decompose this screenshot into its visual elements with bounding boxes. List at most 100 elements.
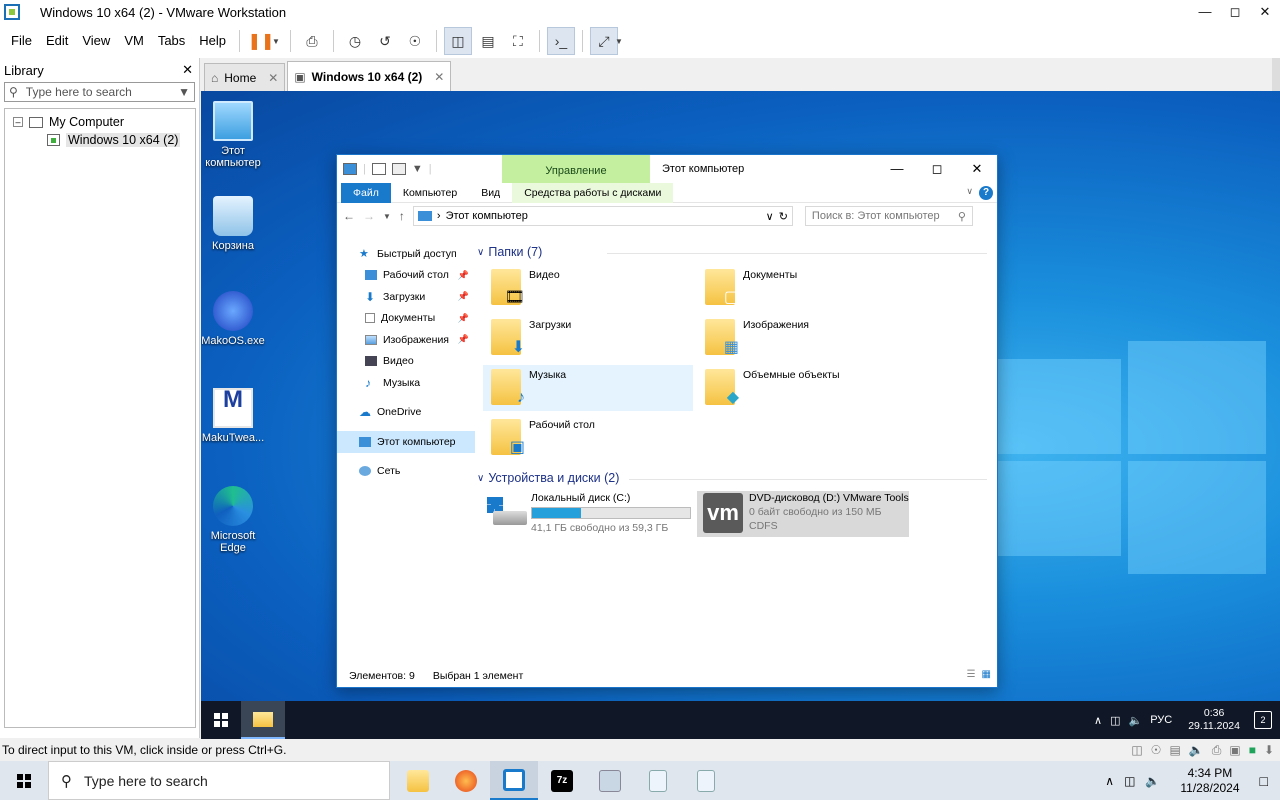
guest-clock[interactable]: 0:36 29.11.2024 bbox=[1188, 707, 1240, 733]
desktop-icon-makutweaker[interactable]: MakuTwea... bbox=[201, 388, 265, 444]
show-hidden-icons-icon[interactable]: ∧ bbox=[1105, 774, 1114, 788]
minimize-button[interactable]: — bbox=[1190, 0, 1220, 24]
chevron-down-icon[interactable]: ▼ bbox=[178, 85, 190, 99]
new-folder-icon[interactable] bbox=[391, 163, 406, 175]
menu-edit[interactable]: Edit bbox=[39, 24, 75, 58]
folder-documents[interactable]: ▢ Документы bbox=[697, 265, 907, 311]
nav-item-network[interactable]: Сеть bbox=[337, 461, 475, 483]
collapse-icon[interactable]: – bbox=[13, 117, 23, 127]
customize-toolbar-icon[interactable]: ▼ bbox=[412, 163, 423, 175]
folder-3d-objects[interactable]: ◆ Объемные объекты bbox=[697, 365, 907, 411]
up-icon[interactable]: ↑ bbox=[399, 209, 405, 223]
back-icon[interactable]: ← bbox=[343, 209, 355, 223]
explorer-search-input[interactable]: Поиск в: Этот компьютер ⚲ bbox=[804, 206, 973, 226]
cd-dvd-device-icon[interactable]: ☉ bbox=[1151, 743, 1162, 758]
close-tab-icon[interactable]: ✕ bbox=[434, 70, 444, 84]
network-adapter-icon[interactable]: ▤ bbox=[1169, 743, 1180, 758]
close-button[interactable]: ✕ bbox=[957, 155, 997, 183]
manage-context-tab[interactable]: Управление bbox=[502, 155, 650, 183]
console-view-icon[interactable]: ›_ bbox=[546, 27, 575, 55]
show-library-icon[interactable]: ◫ bbox=[443, 27, 472, 55]
taskbar-firefox[interactable] bbox=[442, 761, 490, 800]
display-device-icon[interactable]: ▣ bbox=[1229, 743, 1240, 758]
stretch-guest-icon[interactable]: ⤢ bbox=[589, 27, 618, 55]
pin-icon[interactable]: 📌 bbox=[458, 334, 469, 345]
menu-vm[interactable]: VM bbox=[117, 24, 151, 58]
nav-item-downloads[interactable]: ⬇ Загрузки 📌 bbox=[337, 286, 475, 308]
nav-item-music[interactable]: ♪ Музыка bbox=[337, 372, 475, 394]
taskbar-file-explorer[interactable] bbox=[394, 761, 442, 800]
desktop-icon-this-pc[interactable]: Этот компьютер bbox=[201, 101, 265, 169]
ribbon-tab-view[interactable]: Вид bbox=[469, 183, 512, 203]
group-header-folders[interactable]: ∨ Папки (7) bbox=[477, 245, 987, 259]
nav-item-desktop[interactable]: Рабочий стол 📌 bbox=[337, 265, 475, 287]
volume-icon[interactable]: 🔈 bbox=[1128, 714, 1142, 727]
nav-item-pictures[interactable]: Изображения 📌 bbox=[337, 329, 475, 351]
volume-icon[interactable]: 🔈 bbox=[1145, 774, 1160, 788]
tab-home[interactable]: ⌂ Home ✕ bbox=[204, 63, 286, 91]
library-search-input[interactable]: ⚲ Type here to search ▼ bbox=[4, 82, 195, 102]
snapshot-icon[interactable]: ◷ bbox=[341, 27, 369, 55]
properties-icon[interactable] bbox=[371, 163, 386, 175]
revert-snapshot-icon[interactable]: ↺ bbox=[371, 27, 399, 55]
host-search-box[interactable]: ⚲ Type here to search bbox=[48, 761, 390, 800]
menu-file[interactable]: File bbox=[4, 24, 39, 58]
taskbar-notepad-1[interactable] bbox=[634, 761, 682, 800]
guest-start-button[interactable] bbox=[201, 701, 241, 739]
desktop-icon-edge[interactable]: Microsoft Edge bbox=[201, 486, 265, 554]
address-bar[interactable]: › Этот компьютер ∨ ↻ bbox=[412, 206, 793, 226]
pin-icon[interactable]: 📌 bbox=[458, 270, 469, 281]
expand-ribbon-icon[interactable]: ∨ bbox=[966, 186, 973, 197]
pause-icon[interactable]: ❚❚ bbox=[247, 27, 275, 55]
full-screen-icon[interactable]: ⛶ bbox=[504, 27, 532, 55]
maximize-button[interactable]: ◻ bbox=[917, 155, 957, 183]
taskbar-app-monitor[interactable] bbox=[586, 761, 634, 800]
refresh-icon[interactable]: ↻ bbox=[779, 210, 788, 223]
nav-item-videos[interactable]: Видео bbox=[337, 351, 475, 373]
chevron-down-icon[interactable]: ∨ bbox=[766, 210, 774, 223]
folder-desktop[interactable]: ▣ Рабочий стол bbox=[483, 415, 693, 461]
host-clock[interactable]: 4:34 PM 11/28/2024 bbox=[1180, 766, 1239, 796]
group-header-devices[interactable]: ∨ Устройства и диски (2) bbox=[477, 471, 987, 485]
desktop-icon-recycle-bin[interactable]: Корзина bbox=[201, 196, 265, 252]
pin-icon[interactable]: 📌 bbox=[458, 313, 469, 324]
menu-view[interactable]: View bbox=[75, 24, 117, 58]
network-icon[interactable]: ◫ bbox=[1110, 714, 1120, 727]
nav-item-quick-access[interactable]: ★ Быстрый доступ bbox=[337, 243, 475, 265]
menu-help[interactable]: Help bbox=[192, 24, 233, 58]
folder-downloads[interactable]: ⬇ Загрузки bbox=[483, 315, 693, 361]
guest-taskbar-explorer[interactable] bbox=[241, 701, 285, 739]
help-icon[interactable]: ? bbox=[979, 186, 993, 200]
download-icon[interactable]: ⬇ bbox=[1264, 743, 1274, 758]
collapse-group-icon[interactable]: ∨ bbox=[477, 473, 484, 484]
tiles-view-icon[interactable]: ▦ bbox=[982, 669, 991, 680]
collapse-group-icon[interactable]: ∨ bbox=[477, 247, 484, 258]
minimize-button[interactable]: — bbox=[877, 155, 917, 183]
sound-card-icon[interactable]: 🔈 bbox=[1189, 743, 1204, 758]
ribbon-tab-file[interactable]: Файл bbox=[341, 182, 391, 203]
menu-tabs[interactable]: Tabs bbox=[151, 24, 192, 58]
send-ctrl-alt-del-icon[interactable]: ⎙ bbox=[298, 27, 326, 55]
file-explorer-window[interactable]: | ▼ | Управление Этот компьютер — ◻ ✕ Фа… bbox=[336, 154, 998, 688]
folder-music[interactable]: ♪ Музыка bbox=[483, 365, 693, 411]
message-log-icon[interactable]: ■ bbox=[1249, 743, 1256, 758]
thumbnail-bar-icon[interactable]: ▤ bbox=[474, 27, 502, 55]
pin-icon[interactable]: 📌 bbox=[458, 291, 469, 302]
ribbon-tab-disk-tools[interactable]: Средства работы с дисками bbox=[512, 182, 674, 203]
nav-item-onedrive[interactable]: ☁ OneDrive bbox=[337, 402, 475, 424]
nav-item-documents[interactable]: Документы 📌 bbox=[337, 308, 475, 330]
snapshot-manager-icon[interactable]: ☉ bbox=[401, 27, 429, 55]
details-view-icon[interactable]: ☰ bbox=[967, 669, 976, 680]
drive-d[interactable]: vm DVD-дисковод (D:) VMware Tools 0 байт… bbox=[697, 491, 909, 537]
taskbar-notepad-2[interactable] bbox=[682, 761, 730, 800]
taskbar-vmware[interactable] bbox=[490, 761, 538, 800]
keyboard-language[interactable]: РУС bbox=[1150, 714, 1172, 726]
ribbon-tab-computer[interactable]: Компьютер bbox=[391, 183, 469, 203]
tree-item-vm[interactable]: Windows 10 x64 (2) bbox=[5, 131, 195, 149]
notifications-icon[interactable]: □ bbox=[1260, 773, 1268, 789]
show-hidden-icons-icon[interactable]: ∧ bbox=[1094, 714, 1102, 727]
forward-icon[interactable]: → bbox=[363, 209, 375, 223]
pause-dropdown-icon[interactable]: ▼ bbox=[272, 37, 280, 46]
taskbar-7zip[interactable]: 7z bbox=[538, 761, 586, 800]
action-center-icon[interactable]: 2 bbox=[1254, 711, 1272, 729]
